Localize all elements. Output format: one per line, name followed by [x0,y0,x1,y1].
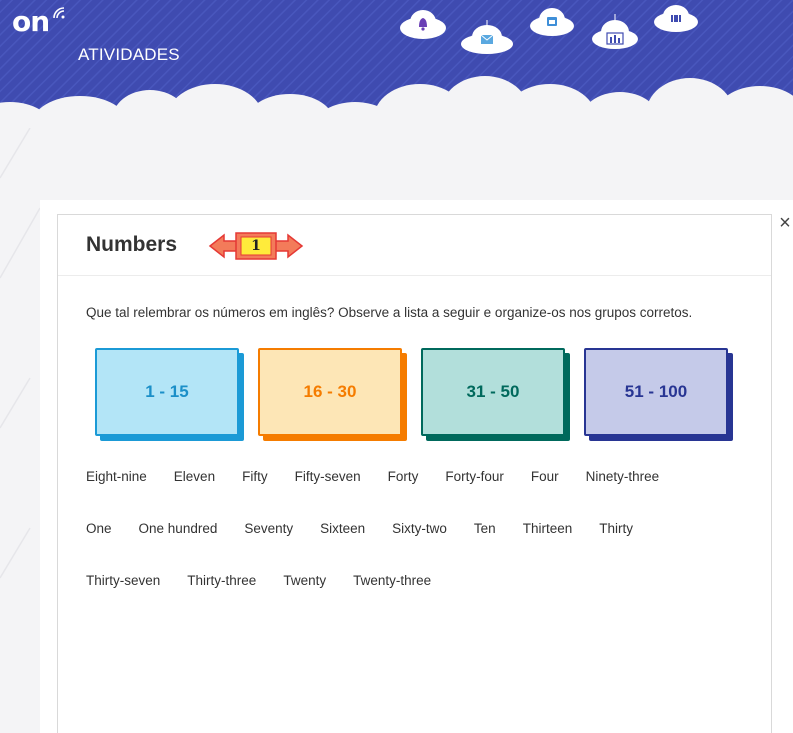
group-label: 16 - 30 [303,382,357,401]
group-label: 1 - 15 [145,382,189,401]
word-chip[interactable]: Sixteen [320,517,365,540]
word-chip[interactable]: One [86,517,112,540]
word-chip[interactable]: Ten [474,517,496,540]
page-title: ATIVIDADES [78,45,180,64]
instruction-text: Que tal relembrar os números em inglês? … [86,305,693,320]
group-51-100[interactable]: 51 - 100 [584,348,728,436]
step-number: 1 [251,238,261,254]
bell-icon [400,10,446,39]
group-31-50[interactable]: 31 - 50 [421,348,565,436]
reports-button[interactable] [590,14,640,50]
word-chip[interactable]: Fifty [242,465,268,488]
word-chip[interactable]: Forty [388,465,419,488]
page: on ATIVIDADES Numbers 1 Que tal relembra… [0,0,793,733]
modal-title: Numbers [86,233,178,256]
app-logo[interactable]: on [12,8,50,36]
word-chip[interactable]: Thirty-seven [86,569,160,592]
mail-icon [461,20,513,54]
word-chip[interactable]: Thirty-three [187,569,256,592]
chart-icon [592,14,638,49]
notifications-button[interactable] [398,0,448,40]
signal-icon [53,7,65,19]
group-label: 31 - 50 [466,382,520,401]
word-chip[interactable]: Sixty-two [392,517,447,540]
word-row: One One hundred Seventy Sixteen Sixty-tw… [86,517,660,540]
word-row: Thirty-seven Thirty-three Twenty Twenty-… [86,569,458,592]
calendar-button[interactable] [528,0,576,38]
modal-header: Numbers 1 [58,215,771,276]
group-label: 51 - 100 [624,382,688,401]
group-1-15[interactable]: 1 - 15 [95,348,239,436]
media-button[interactable] [652,0,700,34]
group-16-30[interactable]: 16 - 30 [258,348,402,436]
calendar-icon [530,8,574,36]
word-chip[interactable]: Fifty-seven [295,465,361,488]
word-chip[interactable]: Forty-four [445,465,504,488]
word-chip[interactable]: One hundred [139,517,218,540]
word-chip[interactable]: Twenty-three [353,569,431,592]
word-chip[interactable]: Four [531,465,559,488]
activity-modal: Numbers 1 Que tal relembrar os números e… [57,214,772,733]
step-indicator: 1 [208,231,304,261]
close-button[interactable]: × [776,213,793,233]
word-row: Eight-nine Eleven Fifty Fifty-seven Fort… [86,465,686,488]
video-icon [654,5,698,32]
word-chip[interactable]: Seventy [244,517,293,540]
messages-button[interactable] [459,20,515,54]
word-chip[interactable]: Thirteen [523,517,573,540]
word-chip[interactable]: Eleven [174,465,215,488]
word-chip[interactable]: Twenty [283,569,326,592]
word-chip[interactable]: Thirty [599,517,633,540]
word-chip[interactable]: Ninety-three [586,465,660,488]
word-chip[interactable]: Eight-nine [86,465,147,488]
